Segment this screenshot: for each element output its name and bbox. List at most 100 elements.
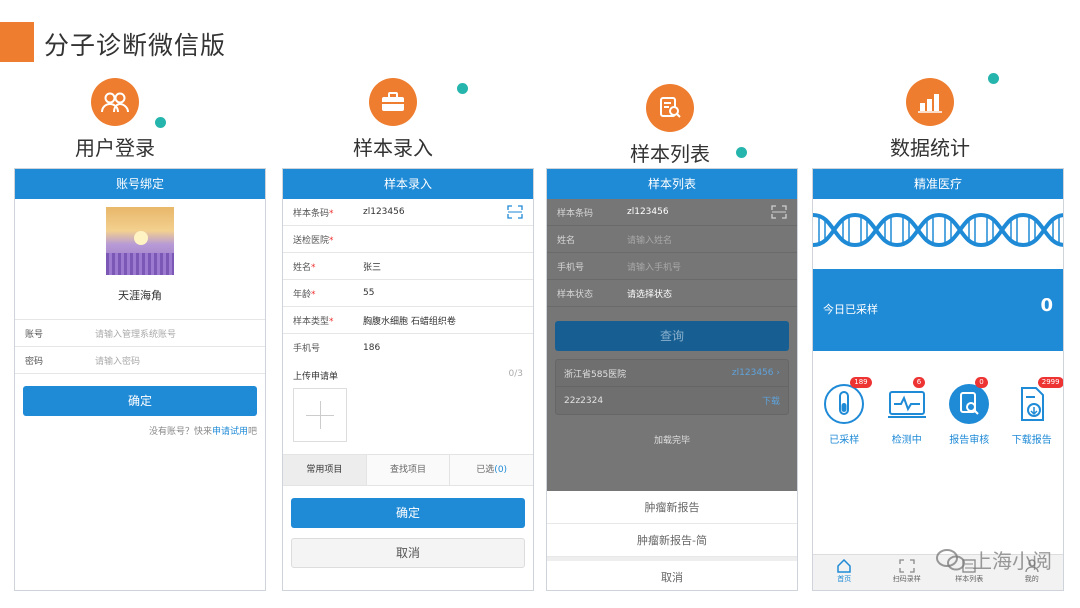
list-field-phone[interactable]: 手机号 请输入手机号 <box>547 253 797 280</box>
tab-find-projects[interactable]: 查找项目 <box>367 455 451 485</box>
field-label: 年龄 <box>293 289 312 300</box>
briefcase-icon <box>369 78 417 126</box>
apply-row: 没有账号？快来申请试用吧 <box>15 424 265 437</box>
name-input[interactable]: 张三 <box>363 260 381 273</box>
badge: 0 <box>975 377 988 388</box>
entry-cancel-button[interactable]: 取消 <box>291 538 525 568</box>
sheet-item-report-brief[interactable]: 肿瘤新报告-简 <box>547 524 797 557</box>
feature-label: 样本列表 <box>630 142 710 166</box>
no-account-text: 没有账号？快来 <box>148 427 212 437</box>
phone-input[interactable]: 请输入手机号 <box>627 260 681 273</box>
feature-label: 样本录入 <box>353 136 433 160</box>
stat-label: 检测中 <box>891 435 922 446</box>
sheet-cancel[interactable]: 取消 <box>547 561 797 590</box>
entry-field-age[interactable]: 年龄* 55 <box>283 280 533 307</box>
account-input[interactable]: 请输入管理系统账号 <box>95 327 176 340</box>
list-field-barcode[interactable]: 样本条码 zl123456 <box>547 199 797 226</box>
stat-download[interactable]: 2999 下载报告 <box>1002 377 1063 446</box>
today-label: 今日已采样 <box>823 303 878 316</box>
nav-label: 扫码录样 <box>892 575 921 583</box>
scan-icon[interactable] <box>771 205 787 219</box>
feature-entry: 样本录入 <box>343 78 443 161</box>
field-label: 手机号 <box>293 344 321 354</box>
field-label: 姓名 <box>557 235 576 246</box>
result-card[interactable]: 浙江省585医院 zl123456 › 22z2324 下载 <box>555 359 789 415</box>
account-row[interactable]: 账号 请输入管理系统账号 <box>15 320 265 347</box>
page-title: 分子诊断微信版 <box>44 31 227 60</box>
list-header: 样本列表 <box>547 169 797 199</box>
stat-label: 报告审核 <box>949 435 990 446</box>
sample-type-select[interactable]: 胸腹水细胞 石蜡组织卷 <box>363 314 456 327</box>
today-sampled-panel: 今日已采样 0 <box>813 269 1063 351</box>
stat-sampled[interactable]: 189 已采样 <box>814 377 874 446</box>
sheet-item-report[interactable]: 肿瘤新报告 <box>547 491 797 524</box>
stat-review[interactable]: 0 报告审核 <box>939 377 999 446</box>
page-title-bar: 分子诊断微信版 <box>0 22 400 62</box>
result-line: 浙江省585医院 zl123456 › <box>556 360 788 387</box>
entry-field-hospital[interactable]: 送检医院* <box>283 226 533 253</box>
field-label: 手机号 <box>557 262 585 273</box>
nav-home[interactable]: 首页 <box>813 555 876 590</box>
barcode-input[interactable]: zl123456 <box>627 207 669 217</box>
tab-common-projects[interactable]: 常用项目 <box>283 455 367 485</box>
scan-icon[interactable] <box>507 205 523 219</box>
entry-field-barcode[interactable]: 样本条码* zl123456 <box>283 199 533 226</box>
phone-stats: 精准医疗 今日已采样 0 189 已采样 6 检测中 0 报告审核 2999 下… <box>812 168 1064 591</box>
name-input[interactable]: 请输入姓名 <box>627 233 672 246</box>
entry-confirm-button[interactable]: 确定 <box>291 498 525 528</box>
scan-icon <box>876 558 939 574</box>
monitor-pulse-icon <box>886 383 928 425</box>
entry-field-sample-type[interactable]: 样本类型* 胸腹水细胞 石蜡组织卷 <box>283 307 533 334</box>
feature-stats: 数据统计 <box>880 78 980 161</box>
stat-label: 已采样 <box>829 435 860 446</box>
result-code: zl123456 <box>731 368 774 378</box>
barcode-input[interactable]: zl123456 <box>363 207 405 217</box>
status-select[interactable]: 请选择状态 <box>627 287 672 300</box>
list-dimmed-area: 样本条码 zl123456 姓名 请输入姓名 手机号 请输入手机号 样本状态 请… <box>547 199 797 491</box>
field-label: 送检医院 <box>293 235 330 246</box>
action-sheet: 肿瘤新报告 肿瘤新报告-简 取消 <box>547 491 797 590</box>
password-input[interactable]: 请输入密码 <box>95 354 140 367</box>
feature-list: 样本列表 <box>620 84 720 167</box>
list-field-status[interactable]: 样本状态 请选择状态 <box>547 280 797 307</box>
watermark: 上海小阅 <box>936 545 1052 574</box>
today-value: 0 <box>1040 295 1053 316</box>
field-label: 样本类型 <box>293 316 330 327</box>
phone-login: 账号绑定 天涯海角 账号 请输入管理系统账号 密码 请输入密码 确定 没有账号？… <box>14 168 266 591</box>
dna-banner <box>813 199 1063 261</box>
result-hospital: 浙江省585医院 <box>564 369 627 380</box>
decor-dot <box>736 147 747 158</box>
apply-suffix: 吧 <box>247 427 257 437</box>
apply-trial-link[interactable]: 申请试用 <box>212 427 248 437</box>
entry-field-phone[interactable]: 手机号 186 <box>283 334 533 361</box>
entry-header: 样本录入 <box>283 169 533 199</box>
home-icon <box>813 558 876 574</box>
users-icon <box>91 78 139 126</box>
query-button[interactable]: 查询 <box>555 321 789 351</box>
feature-login: 用户登录 <box>65 78 165 161</box>
field-label: 样本状态 <box>557 289 594 300</box>
nav-label: 首页 <box>837 575 852 583</box>
login-confirm-button[interactable]: 确定 <box>23 386 257 416</box>
age-input[interactable]: 55 <box>363 288 374 298</box>
entry-field-name[interactable]: 姓名* 张三 <box>283 253 533 280</box>
tab-selected-label: 已选 <box>476 465 495 475</box>
nav-label: 样本列表 <box>955 575 984 583</box>
nav-scan[interactable]: 扫码录样 <box>876 555 939 590</box>
avatar <box>106 207 174 275</box>
document-search-icon <box>646 84 694 132</box>
tab-selected[interactable]: 已选(0) <box>450 455 533 485</box>
decor-dot <box>457 83 468 94</box>
nickname: 天涯海角 <box>118 289 162 302</box>
stat-testing[interactable]: 6 检测中 <box>877 377 937 446</box>
upload-count: 0/3 <box>508 369 523 379</box>
password-row[interactable]: 密码 请输入密码 <box>15 347 265 374</box>
phone-input[interactable]: 186 <box>363 343 380 353</box>
login-header: 账号绑定 <box>15 169 265 199</box>
result-download-link[interactable]: 下载 <box>762 394 780 407</box>
password-label: 密码 <box>25 356 44 367</box>
selected-count: 0 <box>497 465 504 475</box>
upload-add-button[interactable] <box>293 388 347 442</box>
list-field-name[interactable]: 姓名 请输入姓名 <box>547 226 797 253</box>
badge: 189 <box>850 377 872 388</box>
